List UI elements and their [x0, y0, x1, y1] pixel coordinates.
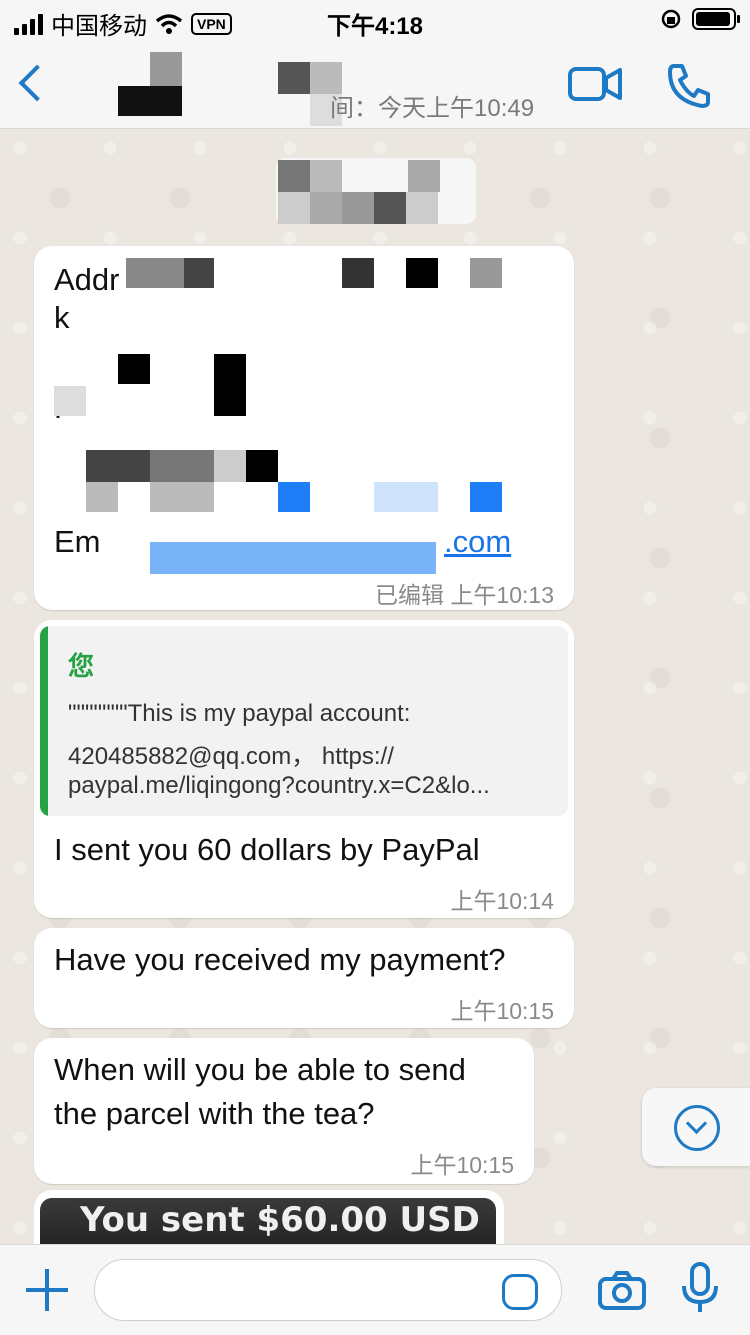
message-text: I sent you 60 dollars by PayPal — [54, 832, 480, 867]
message-time: 上午10:14 — [450, 888, 554, 914]
orientation-lock-icon — [661, 9, 681, 29]
chevron-down-circle-icon — [674, 1105, 720, 1151]
last-seen-status: 间：今天上午10:49 — [330, 95, 535, 122]
camera-icon[interactable] — [598, 1270, 646, 1310]
message-time: 上午10:15 — [410, 1152, 514, 1178]
message-input[interactable] — [94, 1259, 562, 1321]
video-camera-icon[interactable] — [568, 64, 622, 104]
message-bubble-reply[interactable]: 您 """""""This is my paypal account: 4204… — [34, 620, 574, 918]
email-fragment: Em — [54, 524, 101, 559]
microphone-icon[interactable] — [680, 1262, 720, 1314]
message-text-line: When will you be able to send — [54, 1052, 466, 1087]
message-time: 上午10:15 — [450, 998, 554, 1024]
status-bar: 中国移动 VPN 下午4:18 — [0, 0, 750, 40]
contact-name-redacted[interactable] — [118, 52, 342, 126]
chat-header: 间：今天上午10:49 — [0, 40, 750, 129]
quote-author: 您 — [68, 651, 95, 681]
sticker-icon[interactable] — [502, 1274, 538, 1310]
quote-line: paypal.me/liqingong?country.x=C2&lo... — [68, 772, 490, 799]
message-bubble-address[interactable]: Addr k F Em .com 已编辑 上午10:13 — [34, 246, 574, 610]
phone-icon[interactable] — [664, 60, 714, 110]
message-bubble[interactable]: Have you received my payment? 上午10:15 — [34, 928, 574, 1028]
quote-line: """""""This is my paypal account: — [68, 700, 411, 727]
quoted-message[interactable]: 您 """""""This is my paypal account: 4204… — [40, 626, 568, 816]
quote-line: 420485882@qq.com， https:// — [68, 743, 394, 770]
image-message[interactable]: You sent $60.00 USD 给李清功 — [34, 1190, 504, 1250]
message-time: 已编辑 上午10:13 — [375, 582, 554, 608]
status-time: 下午4:18 — [326, 13, 424, 40]
battery-icon — [692, 8, 740, 30]
message-bubble[interactable]: When will you be able to send the parcel… — [34, 1038, 534, 1184]
email-link-fragment[interactable]: .com — [444, 520, 511, 564]
plus-icon[interactable] — [26, 1269, 68, 1311]
scroll-to-bottom-button[interactable] — [642, 1088, 750, 1166]
image-caption: You sent $60.00 USD — [80, 1200, 480, 1240]
message-text-line: the parcel with the tea? — [54, 1096, 375, 1131]
message-text: Have you received my payment? — [54, 942, 506, 977]
address-fragment-2: k — [54, 300, 70, 335]
date-chip-redacted — [246, 156, 486, 224]
payment-screenshot[interactable]: You sent $60.00 USD 给李清功 — [40, 1198, 496, 1250]
back-button[interactable] — [14, 60, 54, 108]
